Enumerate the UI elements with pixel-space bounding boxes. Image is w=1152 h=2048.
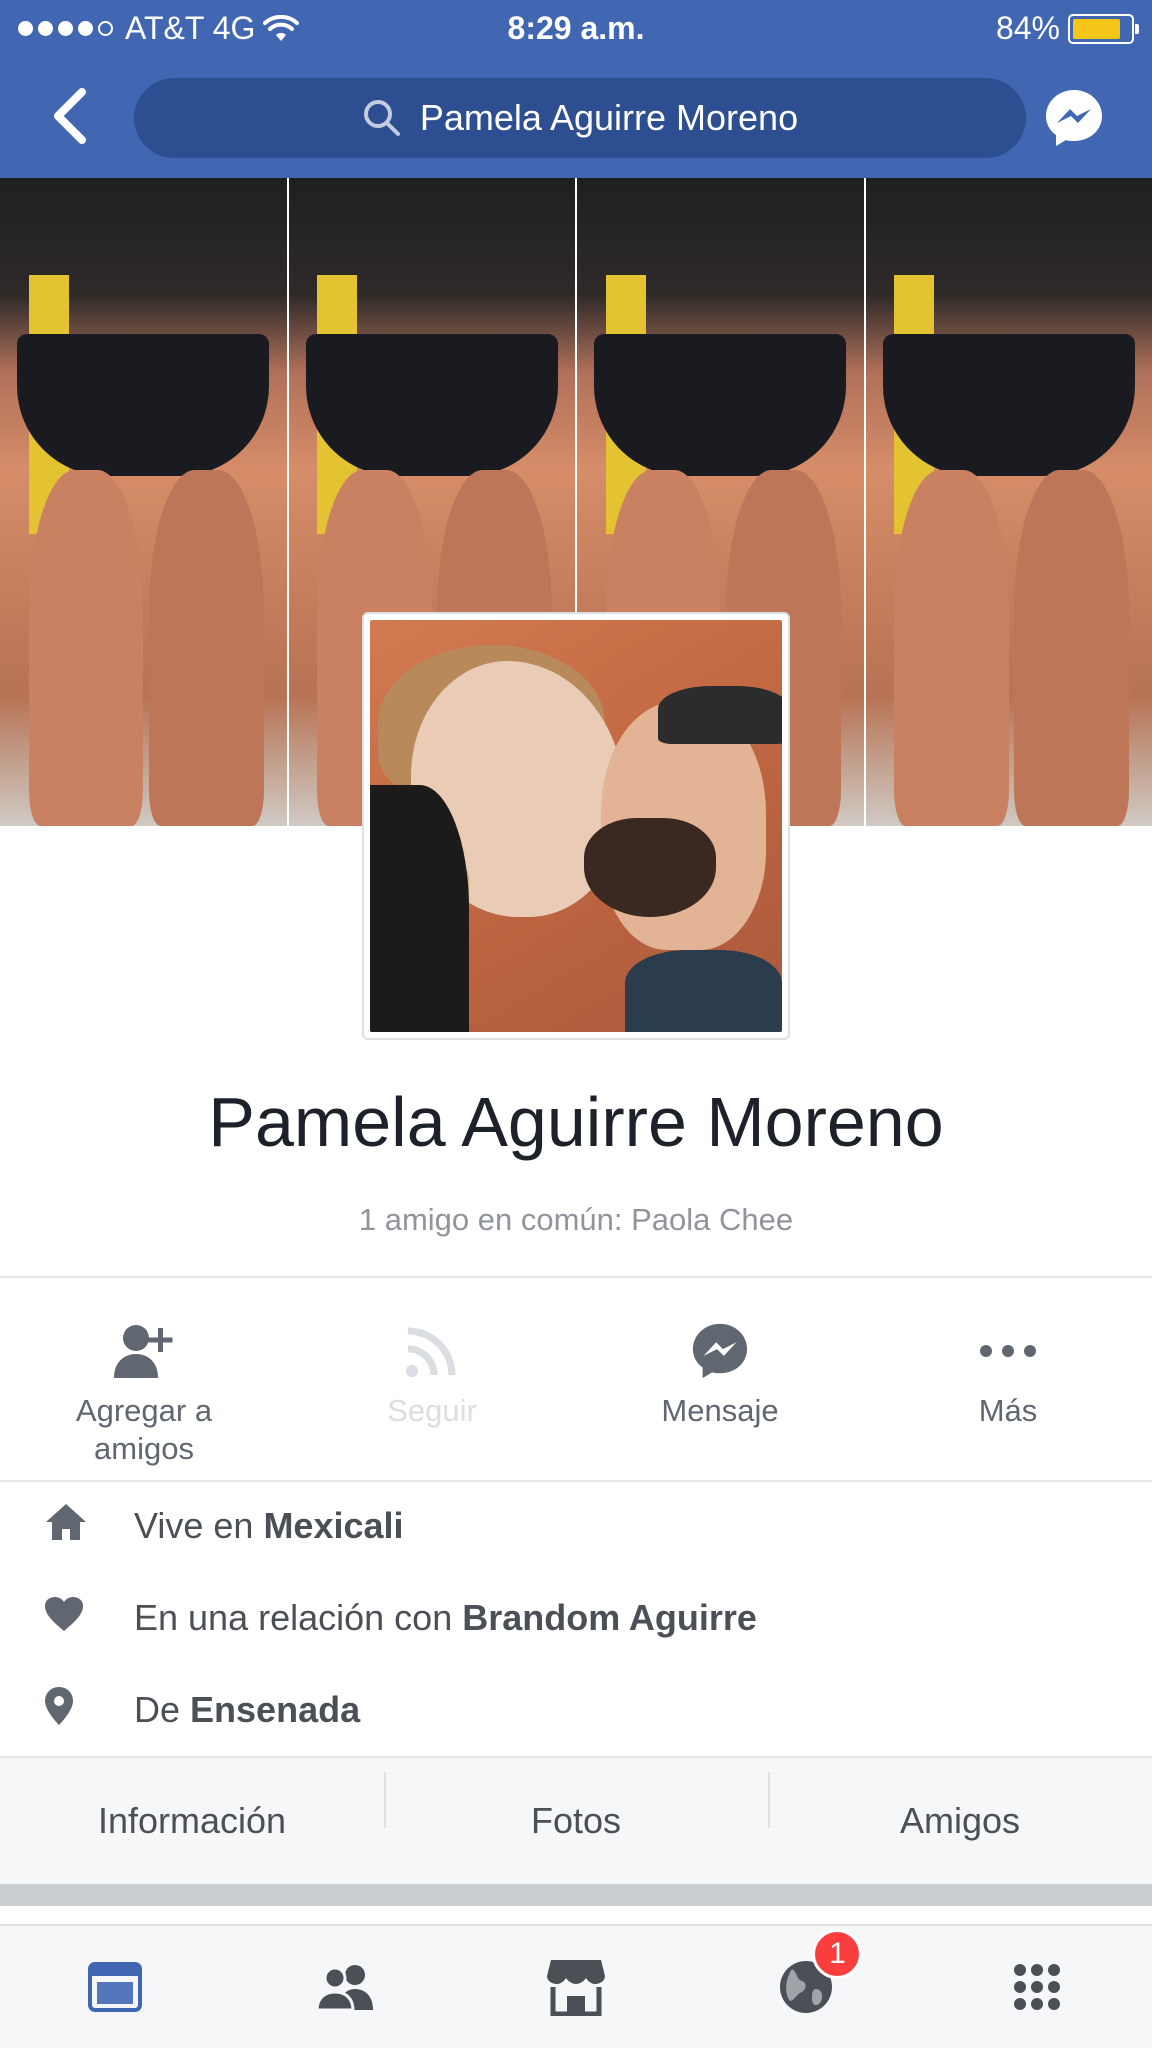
profile-photo-image: [370, 620, 782, 1032]
notification-badge: 1: [812, 1929, 863, 1979]
tab-marketplace[interactable]: [461, 1958, 691, 2016]
add-friend-label: Agregar a amigos: [75, 1393, 213, 1466]
message-label: Mensaje: [661, 1393, 779, 1428]
tab-photos[interactable]: Fotos: [384, 1772, 768, 1842]
follow-label: Seguir: [387, 1393, 477, 1428]
more-icon: [980, 1345, 1036, 1357]
info-prefix: En una relación con: [134, 1597, 463, 1638]
cover-photo-tile: [0, 178, 289, 826]
messenger-icon: [692, 1323, 748, 1379]
follow-icon: [406, 1327, 456, 1377]
profile-tabs: Información Fotos Amigos: [0, 1756, 1152, 1884]
battery-group: 84%: [995, 10, 1139, 47]
heart-icon: [45, 1596, 83, 1631]
divider: [0, 1276, 1152, 1278]
add-friend-button[interactable]: Agregar a amigos: [0, 1282, 288, 1480]
menu-grid-icon: [1013, 1964, 1060, 2010]
section-separator: [0, 1884, 1152, 1906]
search-bar[interactable]: Pamela Aguirre Moreno: [134, 78, 1026, 158]
info-value-link[interactable]: Brandom Aguirre: [462, 1597, 757, 1639]
search-query: Pamela Aguirre Moreno: [419, 97, 799, 138]
bottom-tab-bar: 1: [0, 1924, 1152, 2048]
chevron-left-icon: [54, 88, 86, 144]
marketplace-icon: [547, 1960, 606, 2016]
search-icon: [363, 100, 400, 136]
messenger-icon: [1046, 90, 1102, 146]
profile-name: Pamela Aguirre Moreno: [208, 1083, 944, 1161]
follow-button[interactable]: Seguir: [288, 1282, 576, 1480]
info-lives-in[interactable]: Vive en Mexicali: [0, 1480, 1152, 1572]
news-feed-icon: [88, 1962, 143, 2012]
battery-percent: 84%: [995, 10, 1060, 46]
message-button[interactable]: Mensaje: [576, 1282, 864, 1480]
tab-friend-requests[interactable]: [230, 1962, 460, 2012]
messenger-button[interactable]: [1044, 88, 1104, 148]
tab-news-feed[interactable]: [0, 1962, 230, 2012]
tab-friends[interactable]: Amigos: [768, 1772, 1152, 1842]
battery-icon: [1068, 13, 1139, 44]
back-button[interactable]: [44, 84, 96, 148]
info-relationship[interactable]: En una relación con Brandom Aguirre: [0, 1572, 1152, 1664]
info-prefix: De: [134, 1689, 191, 1730]
cover-photo-tile: [865, 178, 1152, 826]
add-friend-icon: [114, 1325, 173, 1378]
profile-actions: Agregar a amigos Seguir Mensaje Más: [0, 1282, 1152, 1480]
mutual-friends-link[interactable]: 1 amigo en común: Paola Chee: [0, 1202, 1152, 1238]
home-icon: [46, 1503, 86, 1540]
tab-notifications[interactable]: 1: [691, 1929, 921, 2015]
more-button[interactable]: Más: [864, 1282, 1152, 1480]
clock: 8:29 a.m.: [507, 10, 645, 46]
intro-info-list: Vive en Mexicali En una relación con Bra…: [0, 1480, 1152, 1756]
tab-menu[interactable]: [922, 1963, 1152, 2011]
more-label: Más: [978, 1393, 1038, 1428]
profile-picture[interactable]: [362, 612, 790, 1040]
tab-information[interactable]: Información: [0, 1800, 384, 1842]
info-prefix: Vive en: [134, 1505, 264, 1546]
status-bar: AT&T 4G 8:29 a.m. 84%: [0, 0, 1152, 60]
info-value-link[interactable]: Mexicali: [263, 1505, 403, 1547]
top-bar: AT&T 4G 8:29 a.m. 84% Pamela Aguirre Mor…: [0, 0, 1152, 178]
info-from[interactable]: De Ensenada: [0, 1664, 1152, 1756]
friend-requests-icon: [315, 1965, 373, 2012]
info-value-link[interactable]: Ensenada: [190, 1689, 360, 1731]
location-pin-icon: [45, 1686, 73, 1725]
